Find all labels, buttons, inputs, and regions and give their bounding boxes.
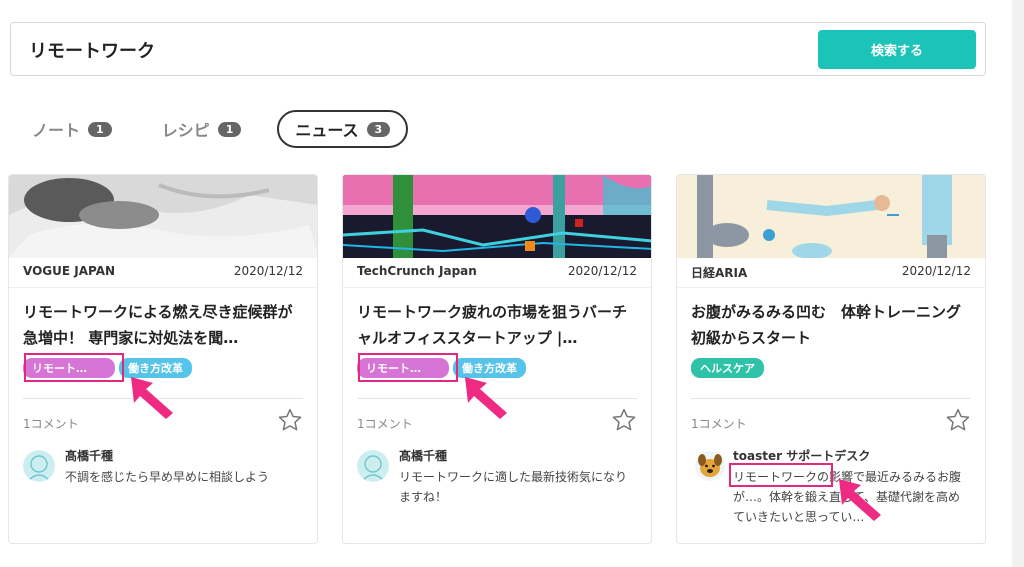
commenter-name[interactable]: 髙橋千種 [65,447,113,464]
meta-divider [343,287,651,288]
tag-highlight-box [24,353,124,382]
article-date: 2020/12/12 [567,264,637,278]
tab-count-badge: 1 [217,121,242,137]
tab-notes[interactable]: ノート 1 [14,110,130,148]
search-input[interactable]: リモートワーク [29,37,155,63]
article-title[interactable]: お腹がみるみる凹む 体幹トレーニング初級からスタート [691,299,967,351]
comment-count[interactable]: 1コメント [691,415,747,432]
news-card[interactable]: 日経ARIA 2020/12/12 お腹がみるみる凹む 体幹トレーニング初級から… [676,174,986,544]
search-button[interactable]: 検索する [818,30,976,69]
tab-news[interactable]: ニュース 3 [277,110,409,148]
dog-avatar[interactable] [695,451,725,481]
scrollbar[interactable] [1012,0,1024,567]
article-thumbnail[interactable] [9,175,317,258]
pointer-arrow-icon [839,479,881,521]
comment-count[interactable]: 1コメント [23,415,79,432]
search-results-page: リモートワーク 検索する ノート 1 レシピ 1 ニュース 3 VOGUE JA… [0,0,1024,567]
star-icon[interactable] [945,407,971,433]
tab-count-badge: 1 [88,121,112,137]
article-date: 2020/12/12 [901,264,971,278]
tag-highlight-box [358,353,458,382]
result-tabs: ノート 1 レシピ 1 ニュース 3 [14,110,422,148]
article-meta: VOGUE JAPAN 2020/12/12 [23,264,303,278]
meta-divider [677,287,985,288]
search-bar: リモートワーク 検索する [10,22,986,76]
comment-text: 不調を感じたら早め早めに相談しよう [65,470,270,484]
tab-label: ニュース [295,121,359,140]
star-icon[interactable] [277,407,303,433]
article-meta: 日経ARIA 2020/12/12 [691,264,971,281]
tab-count-badge: 3 [366,121,391,137]
article-thumbnail[interactable] [677,175,985,258]
commenter-name[interactable]: toaster サポートデスク [733,447,870,464]
comment-count[interactable]: 1コメント [357,415,413,432]
comment-text: リモートワークに適した最新技術気になりますね！ [399,470,628,504]
tag-healthcare[interactable]: ヘルスケア [691,358,764,378]
avatar[interactable] [357,450,389,482]
tab-label: ノート [32,121,81,140]
article-meta: TechCrunch Japan 2020/12/12 [357,264,637,278]
article-source: VOGUE JAPAN [23,264,116,278]
star-icon[interactable] [611,407,637,433]
article-source: 日経ARIA [691,266,748,280]
article-title[interactable]: リモートワーク疲れの市場を狙うバーチャルオフィススタートアップ |… [357,299,633,351]
meta-divider [9,287,317,288]
tab-recipes[interactable]: レシピ 1 [144,110,260,148]
news-card[interactable]: TechCrunch Japan 2020/12/12 リモートワーク疲れの市場… [342,174,652,544]
article-source: TechCrunch Japan [357,264,477,278]
tab-label: レシピ [161,121,210,140]
article-date: 2020/12/12 [233,264,303,278]
tag-list: ヘルスケア [691,358,764,378]
pointer-arrow-icon [131,377,173,419]
keyword-highlight-box [729,463,833,487]
news-card[interactable]: VOGUE JAPAN 2020/12/12 リモートワークによる燃え尽き症候群… [8,174,318,544]
card-divider [691,398,971,399]
article-title[interactable]: リモートワークによる燃え尽き症候群が急増中！ 専門家に対処法を聞… [23,299,299,351]
pointer-arrow-icon [465,377,507,419]
article-thumbnail[interactable] [343,175,651,258]
avatar[interactable] [23,450,55,482]
commenter-name[interactable]: 髙橋千種 [399,447,447,464]
